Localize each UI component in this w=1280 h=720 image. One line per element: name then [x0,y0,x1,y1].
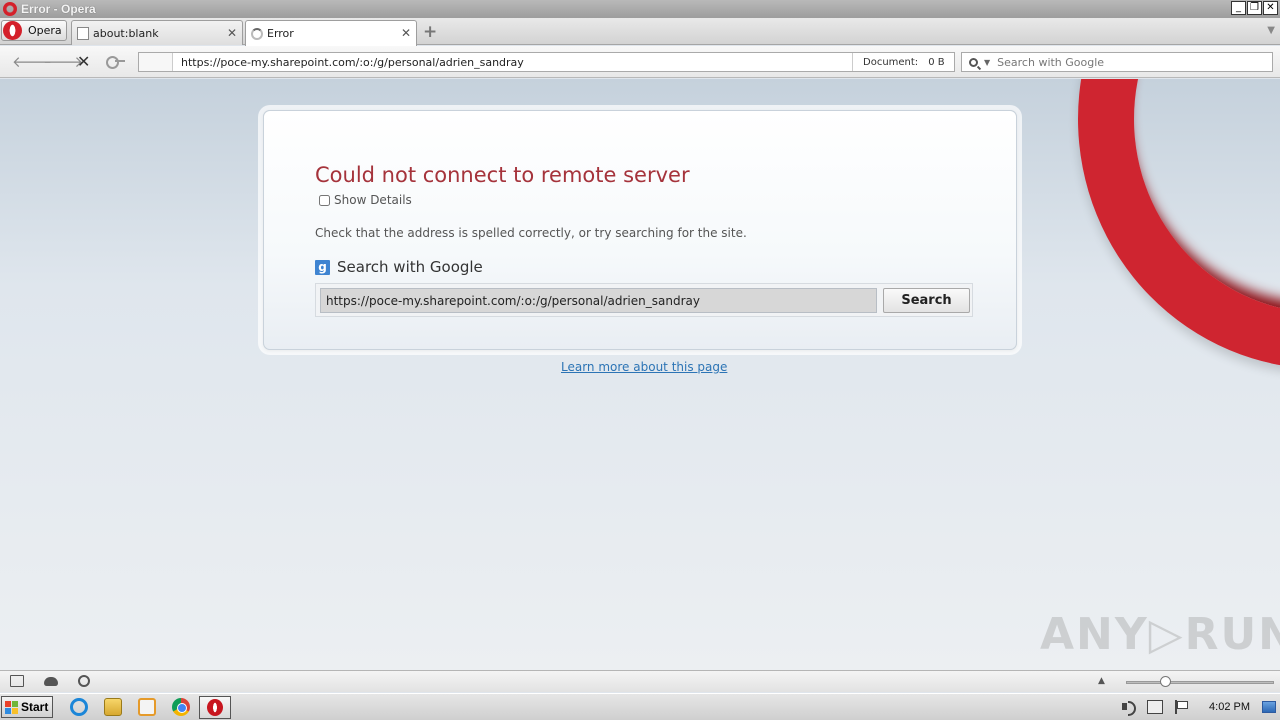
opera-menu-label: Opera [28,24,62,37]
opera-logo-icon [3,2,17,16]
opera-unite-cloud-icon[interactable] [44,677,58,686]
file-explorer-icon[interactable] [104,698,122,716]
close-tab-icon[interactable]: ✕ [401,26,411,40]
google-search-button[interactable]: Search [883,288,970,313]
tab-label: Error [267,27,294,40]
tab-error[interactable]: Error ✕ [245,20,417,46]
search-icon [969,57,978,67]
system-tray: 4:02 PM [1116,694,1280,720]
page-icon [77,26,89,40]
opera-menu-button[interactable]: Opera [1,20,67,41]
opera-background-logo [1078,79,1280,369]
document-size-label: Document: [863,56,919,68]
search-engine-field[interactable]: ▼ [961,52,1273,72]
navigation-bar: 🡐 🡒 ✕ https://poce-my.sharepoint.com/:o:… [0,46,1280,78]
window-controls: _ ❐ ✕ [1231,1,1278,15]
address-url[interactable]: https://poce-my.sharepoint.com/:o:/g/per… [173,56,852,69]
tab-label: about:blank [93,26,159,40]
taskbar-clock[interactable]: 4:02 PM [1209,701,1250,713]
volume-icon[interactable] [1121,700,1137,716]
error-card: Could not connect to remote server Show … [263,110,1017,350]
opera-icon [207,699,223,716]
page-content: Could not connect to remote server Show … [0,79,1280,670]
error-title: Could not connect to remote server [315,163,690,187]
google-heading-text: Search with Google [337,258,483,276]
zoom-menu-icon[interactable]: ▲ [1098,676,1105,686]
tab-bar: Opera about:blank ✕ Error ✕ + ▼ [0,18,1280,46]
zoom-slider-thumb[interactable] [1159,676,1171,687]
status-bar: ▲ [0,670,1280,692]
document-size-value: 0 B [928,56,945,68]
document-size-indicator: Document: 0 B [852,53,954,71]
address-field[interactable]: https://poce-my.sharepoint.com/:o:/g/per… [138,52,955,72]
google-search-form: Search [315,283,973,317]
google-search-heading: g Search with Google [315,258,483,276]
start-label: Start [21,700,49,714]
show-details-label: Show Details [334,193,412,207]
chrome-icon[interactable] [172,698,190,716]
show-details-toggle[interactable]: Show Details [319,193,412,207]
search-engine-dropdown-icon[interactable]: ▼ [984,58,990,67]
turbo-gauge-icon[interactable] [78,675,90,687]
taskbar-opera-button[interactable] [199,696,231,719]
site-badge[interactable] [139,53,173,71]
close-tab-icon[interactable]: ✕ [227,26,237,40]
loading-spinner-icon [251,27,263,40]
google-search-input[interactable] [320,288,877,313]
zoom-slider-track[interactable] [1126,681,1274,684]
panel-toggle-icon[interactable] [10,675,24,687]
show-desktop-icon[interactable] [1262,701,1276,713]
anyrun-watermark: ANY▷RUN [1040,609,1280,660]
window-titlebar: Error - Opera _ ❐ ✕ [0,0,1280,18]
error-hint: Check that the address is spelled correc… [315,226,747,240]
windows-taskbar: Start 4:02 PM [0,693,1280,720]
restore-button[interactable]: ❐ [1247,1,1262,15]
media-player-icon[interactable] [138,698,156,716]
windows-logo-icon [5,700,18,714]
action-center-flag-icon[interactable] [1173,700,1189,714]
tab-about-blank[interactable]: about:blank ✕ [71,20,243,45]
window-title: Error - Opera [21,2,96,16]
minimize-button[interactable]: _ [1231,1,1246,15]
start-button[interactable]: Start [1,696,53,718]
show-details-checkbox[interactable] [319,194,330,206]
tab-menu-chevron-icon[interactable]: ▼ [1267,25,1275,36]
search-input[interactable] [997,55,1258,69]
new-tab-plus-icon[interactable]: + [423,22,437,42]
key-icon[interactable] [106,56,126,69]
learn-more-link[interactable]: Learn more about this page [561,360,727,374]
network-icon[interactable] [1147,700,1164,714]
close-window-button[interactable]: ✕ [1263,1,1278,15]
internet-explorer-icon[interactable] [70,698,88,716]
opera-logo-icon [3,21,22,40]
stop-loading-icon[interactable]: ✕ [77,52,90,71]
google-icon: g [315,259,330,275]
